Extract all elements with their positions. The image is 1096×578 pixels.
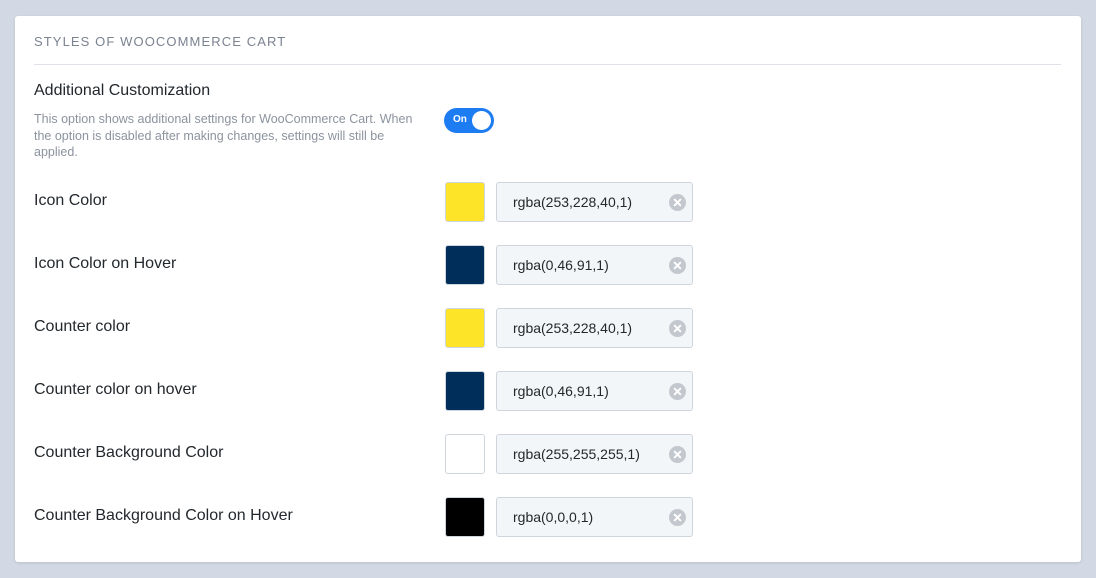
- color-value-field[interactable]: rgba(0,46,91,1): [496, 371, 693, 411]
- color-value: rgba(255,255,255,1): [513, 446, 640, 462]
- toggle-label: On: [453, 114, 467, 125]
- clear-icon[interactable]: [669, 509, 686, 526]
- additional-customization-description: This option shows additional settings fo…: [34, 112, 413, 159]
- color-value: rgba(0,46,91,1): [513, 257, 609, 273]
- color-value: rgba(253,228,40,1): [513, 320, 633, 336]
- color-value-field[interactable]: rgba(255,255,255,1): [496, 434, 693, 474]
- setting-label: Counter color: [34, 318, 131, 335]
- setting-label: Icon Color on Hover: [34, 255, 177, 272]
- color-value: rgba(0,46,91,1): [513, 383, 609, 399]
- clear-icon[interactable]: [669, 194, 686, 211]
- additional-customization-toggle[interactable]: On: [444, 108, 494, 133]
- color-value-field[interactable]: rgba(253,228,40,1): [496, 308, 693, 348]
- color-swatch[interactable]: [445, 245, 485, 285]
- settings-panel: STYLES OF WOOCOMMERCE CART Additional Cu…: [15, 16, 1081, 562]
- clear-icon[interactable]: [669, 320, 686, 337]
- setting-row-counter-color: Counter color rgba(253,228,40,1): [15, 308, 1081, 348]
- section-divider: [34, 64, 1061, 65]
- section-title: STYLES OF WOOCOMMERCE CART: [34, 34, 287, 49]
- setting-label: Icon Color: [34, 192, 107, 209]
- setting-label: Counter Background Color on Hover: [34, 507, 293, 524]
- setting-row-icon-color: Icon Color rgba(253,228,40,1): [15, 182, 1081, 222]
- clear-icon[interactable]: [669, 257, 686, 274]
- color-swatch[interactable]: [445, 371, 485, 411]
- setting-label: Counter Background Color: [34, 444, 224, 461]
- setting-label: Counter color on hover: [34, 381, 197, 398]
- toggle-knob: [472, 111, 491, 130]
- setting-row-counter-color-hover: Counter color on hover rgba(0,46,91,1): [15, 371, 1081, 411]
- setting-row-icon-color-hover: Icon Color on Hover rgba(0,46,91,1): [15, 245, 1081, 285]
- clear-icon[interactable]: [669, 446, 686, 463]
- additional-customization-title: Additional Customization: [34, 82, 211, 99]
- color-value: rgba(0,0,0,1): [513, 509, 594, 525]
- color-value-field[interactable]: rgba(253,228,40,1): [496, 182, 693, 222]
- color-value-field[interactable]: rgba(0,46,91,1): [496, 245, 693, 285]
- setting-row-counter-background-color-hover: Counter Background Color on Hover rgba(0…: [15, 497, 1081, 537]
- clear-icon[interactable]: [669, 383, 686, 400]
- color-value: rgba(253,228,40,1): [513, 194, 633, 210]
- color-swatch[interactable]: [445, 182, 485, 222]
- color-swatch[interactable]: [445, 497, 485, 537]
- setting-row-counter-background-color: Counter Background Color rgba(255,255,25…: [15, 434, 1081, 474]
- color-swatch[interactable]: [445, 434, 485, 474]
- color-swatch[interactable]: [445, 308, 485, 348]
- color-value-field[interactable]: rgba(0,0,0,1): [496, 497, 693, 537]
